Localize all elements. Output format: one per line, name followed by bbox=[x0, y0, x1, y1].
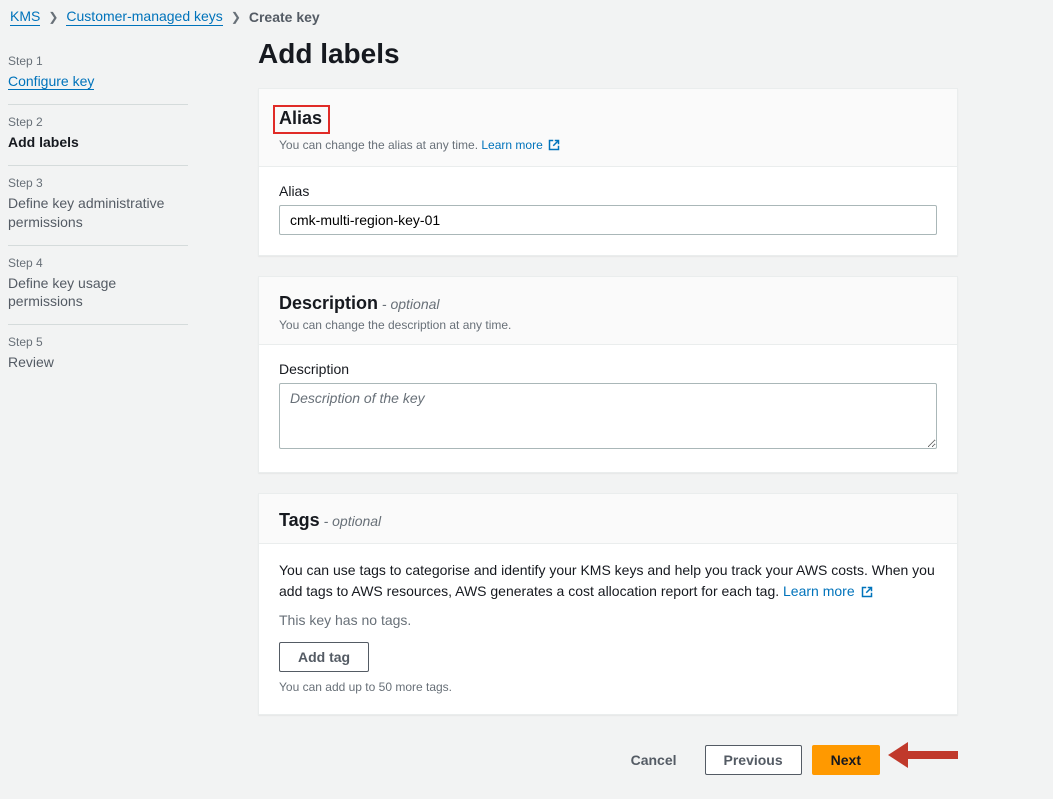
page-title: Add labels bbox=[258, 38, 958, 70]
wizard-steps-sidebar: Step 1 Configure key Step 2 Add labels S… bbox=[8, 38, 188, 385]
breadcrumb: KMS ❯ Customer-managed keys ❯ Create key bbox=[8, 8, 1037, 26]
step-title: Review bbox=[8, 353, 188, 371]
step-3: Step 3 Define key administrative permiss… bbox=[8, 166, 188, 245]
tags-hint: You can add up to 50 more tags. bbox=[279, 680, 937, 694]
alias-learn-more-link[interactable]: Learn more bbox=[481, 138, 560, 152]
optional-label: - optional bbox=[382, 296, 440, 312]
description-heading: Description bbox=[279, 293, 378, 313]
step-num: Step 3 bbox=[8, 176, 188, 190]
step-title: Define key administrative permissions bbox=[8, 194, 188, 230]
chevron-right-icon: ❯ bbox=[231, 10, 241, 24]
footer-actions: Cancel Previous Next bbox=[613, 735, 880, 775]
alias-subtext: You can change the alias at any time. Le… bbox=[279, 138, 937, 154]
breadcrumb-customer-keys[interactable]: Customer-managed keys bbox=[66, 8, 222, 26]
description-field-label: Description bbox=[279, 361, 937, 377]
description-subtext: You can change the description at any ti… bbox=[279, 318, 937, 332]
description-panel: Description - optional You can change th… bbox=[258, 276, 958, 473]
no-tags-text: This key has no tags. bbox=[279, 612, 937, 628]
breadcrumb-kms[interactable]: KMS bbox=[10, 8, 40, 26]
external-link-icon bbox=[548, 139, 560, 154]
external-link-icon bbox=[861, 583, 873, 604]
add-tag-button[interactable]: Add tag bbox=[279, 642, 369, 672]
step-num: Step 5 bbox=[8, 335, 188, 349]
step-num: Step 4 bbox=[8, 256, 188, 270]
cancel-button[interactable]: Cancel bbox=[613, 746, 695, 774]
step-num: Step 1 bbox=[8, 54, 188, 68]
tags-heading: Tags bbox=[279, 510, 320, 530]
step-title[interactable]: Configure key bbox=[8, 73, 94, 90]
alias-panel: Alias You can change the alias at any ti… bbox=[258, 88, 958, 256]
step-2: Step 2 Add labels bbox=[8, 105, 188, 166]
tags-intro-text: You can use tags to categorise and ident… bbox=[279, 560, 937, 604]
step-num: Step 2 bbox=[8, 115, 188, 129]
description-textarea[interactable] bbox=[279, 383, 937, 449]
chevron-right-icon: ❯ bbox=[48, 10, 58, 24]
step-title: Define key usage permissions bbox=[8, 274, 188, 310]
alias-input[interactable] bbox=[279, 205, 937, 235]
step-title: Add labels bbox=[8, 133, 188, 151]
tags-panel: Tags - optional You can use tags to cate… bbox=[258, 493, 958, 715]
alias-highlight: Alias bbox=[273, 105, 330, 134]
alias-field-label: Alias bbox=[279, 183, 937, 199]
breadcrumb-current: Create key bbox=[249, 9, 320, 25]
step-1[interactable]: Step 1 Configure key bbox=[8, 44, 188, 105]
previous-button[interactable]: Previous bbox=[705, 745, 802, 775]
optional-label: - optional bbox=[324, 513, 382, 529]
alias-heading: Alias bbox=[279, 108, 322, 128]
annotation-arrow-icon bbox=[888, 745, 958, 765]
step-5: Step 5 Review bbox=[8, 325, 188, 385]
step-4: Step 4 Define key usage permissions bbox=[8, 246, 188, 325]
tags-learn-more-link[interactable]: Learn more bbox=[783, 583, 872, 599]
next-button[interactable]: Next bbox=[812, 745, 880, 775]
